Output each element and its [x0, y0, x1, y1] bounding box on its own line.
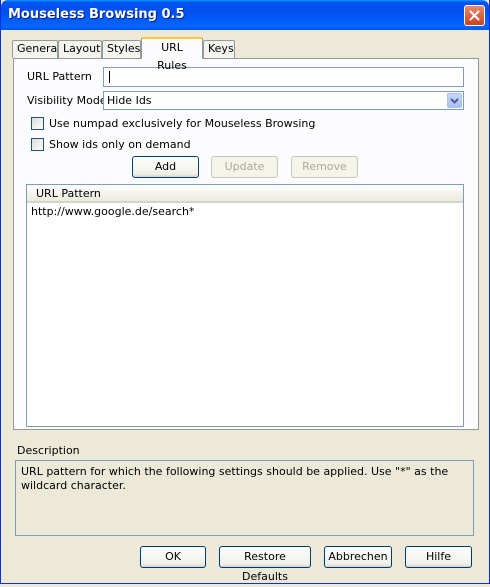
help-button-label: Hilfe — [425, 550, 452, 563]
add-button[interactable]: Add — [132, 156, 199, 178]
numpad-checkbox[interactable] — [31, 117, 44, 130]
update-button-label: Update — [224, 160, 265, 173]
ok-button-label: OK — [165, 550, 181, 563]
visibility-mode-label: Visibility Mode — [27, 94, 107, 107]
tab-layout-label: Layout — [63, 42, 101, 55]
dropdown-button[interactable] — [447, 93, 462, 108]
remove-button[interactable]: Remove — [291, 156, 358, 178]
help-button[interactable]: Hilfe — [405, 546, 472, 568]
close-icon — [469, 10, 480, 21]
tab-layout[interactable]: Layout — [58, 40, 102, 58]
title-bar[interactable]: Mouseless Browsing 0.5 — [1, 0, 489, 30]
url-pattern-label: URL Pattern — [27, 70, 92, 83]
tab-url-rules[interactable]: URL Rules — [141, 37, 203, 72]
list-item[interactable]: http://www.google.de/search* — [31, 205, 194, 219]
tab-url-rules-label: URL Rules — [157, 41, 187, 72]
chevron-down-icon — [450, 94, 459, 107]
description-box: URL pattern for which the following sett… — [15, 460, 474, 536]
cancel-button[interactable]: Abbrechen — [324, 546, 392, 568]
text-caret — [109, 71, 110, 83]
description-label: Description — [17, 444, 80, 457]
visibility-mode-value: Hide Ids — [107, 94, 152, 107]
add-button-label: Add — [154, 160, 177, 173]
tab-general[interactable]: General — [12, 40, 61, 58]
dialog-window: Mouseless Browsing 0.5 General Layout St… — [0, 0, 490, 584]
restore-defaults-label: Restore Defaults — [242, 550, 288, 583]
remove-button-label: Remove — [302, 160, 347, 173]
ondemand-checkbox[interactable] — [31, 138, 44, 151]
visibility-mode-select[interactable]: Hide Ids — [103, 91, 464, 110]
ok-button[interactable]: OK — [140, 546, 206, 568]
description-text: URL pattern for which the following sett… — [21, 465, 449, 492]
list-column-header-label: URL Pattern — [36, 187, 101, 200]
ondemand-checkbox-label[interactable]: Show ids only on demand — [49, 138, 191, 152]
update-button[interactable]: Update — [211, 156, 278, 178]
tab-styles[interactable]: Styles — [102, 40, 141, 58]
tab-general-label: General — [17, 42, 61, 55]
tab-styles-label: Styles — [107, 42, 141, 55]
window-title: Mouseless Browsing 0.5 — [8, 7, 185, 22]
tab-keys-label: Keys — [208, 42, 234, 55]
cancel-button-label: Abbrechen — [328, 550, 388, 563]
restore-defaults-button[interactable]: Restore Defaults — [219, 546, 311, 583]
tab-keys[interactable]: Keys — [203, 40, 235, 58]
list-column-header[interactable]: URL Pattern — [27, 185, 463, 203]
close-button[interactable] — [464, 5, 485, 26]
numpad-checkbox-label[interactable]: Use numpad exclusively for Mouseless Bro… — [49, 117, 315, 131]
url-pattern-list[interactable]: URL Pattern http://www.google.de/search* — [26, 184, 464, 427]
